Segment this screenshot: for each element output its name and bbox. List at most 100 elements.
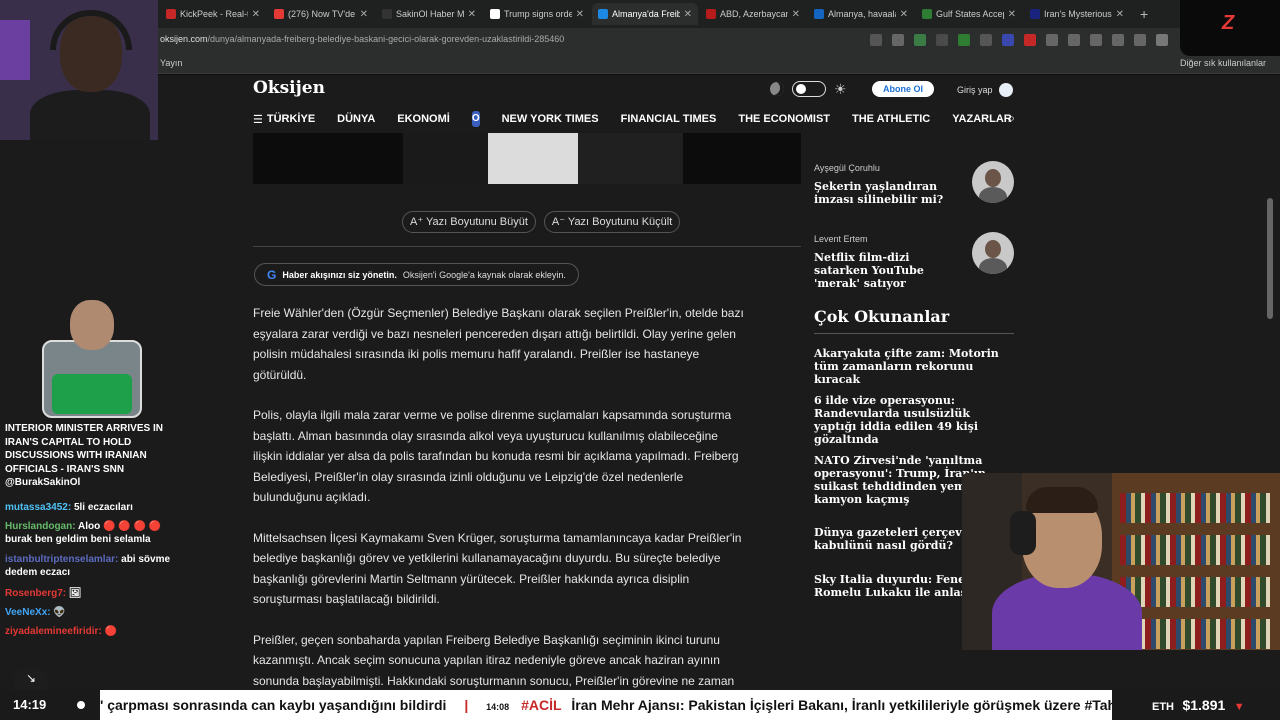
- divider: [253, 246, 801, 247]
- browser-tab[interactable]: KickPeek - Real-time ✕: [160, 3, 266, 25]
- bookmark-item[interactable]: Yayın: [160, 58, 182, 68]
- other-favorites[interactable]: Diğer sık kullanılanlar: [1180, 58, 1266, 68]
- chat-username[interactable]: VeeNeXx:: [5, 607, 51, 618]
- browser-tab[interactable]: Gulf States Accept ✕: [916, 3, 1022, 25]
- books: [1120, 493, 1270, 523]
- nav-item[interactable]: THE ECONOMIST: [738, 113, 830, 125]
- google-source-pill[interactable]: G Haber akışınızı siz yönetin. Oksijen'i…: [254, 263, 579, 286]
- login-label: Giriş yap: [957, 85, 993, 95]
- close-icon[interactable]: ✕: [900, 9, 908, 20]
- browser-tab[interactable]: Iran's Mysterious R ✕: [1024, 3, 1130, 25]
- author-name[interactable]: Ayşegül Çoruhlu: [814, 163, 880, 173]
- subscribe-button[interactable]: Abone Ol: [872, 81, 934, 97]
- browser-tab[interactable]: Trump signs order t ✕: [484, 3, 590, 25]
- close-icon[interactable]: ✕: [1116, 9, 1124, 20]
- oksijen-badge-icon[interactable]: O: [471, 111, 480, 127]
- close-icon[interactable]: ✕: [252, 9, 260, 20]
- url-path: /dunya/almanyada-freiberg-belediye-baska…: [207, 34, 565, 44]
- tab-favicon-icon: [274, 9, 284, 19]
- nav-item[interactable]: FINANCIAL TIMES: [621, 113, 717, 125]
- author-name[interactable]: Levent Ertem: [814, 234, 868, 244]
- close-icon[interactable]: ✕: [468, 9, 476, 20]
- tab-title: Trump signs order t: [504, 9, 572, 19]
- browser-tab[interactable]: (276) Now TV'de Ez ✕: [268, 3, 374, 25]
- url-text[interactable]: oksijen.com/dunya/almanyada-freiberg-bel…: [160, 34, 564, 44]
- extension-icon[interactable]: [914, 34, 926, 46]
- extension-icon[interactable]: [980, 34, 992, 46]
- chat-message: Hurslandogan: Aloo 🔴 🔴 🔴 🔴 burak ben gel…: [5, 520, 177, 546]
- chat-username[interactable]: ziyadalemineefiridir:: [5, 626, 102, 637]
- browser-tab[interactable]: SakinOl Haber Merk ✕: [376, 3, 482, 25]
- menu-icon[interactable]: ☰: [253, 113, 263, 126]
- books: [1120, 535, 1270, 565]
- browser-tab[interactable]: Almanya'da Freiberg ✕: [592, 3, 698, 25]
- extension-icon[interactable]: [1002, 34, 1014, 46]
- author-avatar[interactable]: [972, 161, 1014, 203]
- author-article-title[interactable]: Şekerin yaşlandıran imzası silinebilir m…: [814, 180, 964, 206]
- nav-item[interactable]: YAZARLAR: [952, 113, 1012, 125]
- tab-favicon-icon: [1030, 9, 1040, 19]
- nav-item[interactable]: NEW YORK TIMES: [502, 113, 599, 125]
- address-bar[interactable]: oksijen.com/dunya/almanyada-freiberg-bel…: [0, 28, 1280, 54]
- extension-icon[interactable]: [936, 34, 948, 46]
- close-icon[interactable]: ✕: [576, 9, 584, 20]
- author-article-title[interactable]: Netflix film-dizi satarken YouTube 'mera…: [814, 251, 964, 290]
- split-icon[interactable]: [1068, 34, 1080, 46]
- chat-message: VeeNeXx: 👽: [5, 606, 177, 619]
- chat-text: 5li eczacıları: [73, 502, 133, 513]
- browser-extension-icons: [870, 34, 1168, 46]
- extension-icon[interactable]: [958, 34, 970, 46]
- font-smaller-button[interactable]: A⁻ Yazı Boyutunu Küçült: [543, 211, 681, 233]
- nav-item[interactable]: TÜRKİYE: [267, 113, 315, 125]
- site-logo[interactable]: Oksijen: [253, 78, 325, 98]
- heart-icon[interactable]: [1134, 34, 1146, 46]
- most-read-item[interactable]: 6 ilde vize operasyonu: Randevularda usu…: [814, 394, 1014, 446]
- divider: [814, 333, 1014, 334]
- nav-item[interactable]: DÜNYA: [337, 113, 375, 125]
- chat-username[interactable]: istanbultriptenselamlar:: [5, 554, 118, 565]
- ticker-headline: İran Mehr Ajansı: Pakistan İçişleri Baka…: [571, 697, 1112, 713]
- login-button[interactable]: Giriş yap: [957, 83, 1013, 97]
- page-scrollbar[interactable]: [1267, 198, 1273, 319]
- tab-favicon-icon: [490, 9, 500, 19]
- close-icon[interactable]: ✕: [1008, 9, 1016, 20]
- author-avatar[interactable]: [972, 232, 1014, 274]
- tab-title: Almanya, havaaları: [828, 9, 896, 19]
- most-read-item[interactable]: Akaryakıta çifte zam: Motorin tüm zamanl…: [814, 347, 1014, 386]
- font-bigger-button[interactable]: A⁺ Yazı Boyutunu Büyüt: [402, 211, 536, 233]
- webcam-guest: [0, 0, 158, 140]
- browser-tab[interactable]: ABD, Azerbaycan ve ✕: [700, 3, 806, 25]
- close-icon[interactable]: ✕: [684, 9, 692, 20]
- search-icon[interactable]: ⌕: [1008, 111, 1015, 126]
- theme-switch: ☀: [770, 81, 847, 97]
- chat-username[interactable]: Hurslandogan:: [5, 521, 76, 532]
- collections-icon[interactable]: [1112, 34, 1124, 46]
- new-tab-button[interactable]: +: [1132, 6, 1156, 22]
- webcam-person-hair: [1026, 487, 1098, 513]
- close-icon[interactable]: ✕: [792, 9, 800, 20]
- sun-icon[interactable]: ☀: [834, 82, 847, 96]
- moon-icon[interactable]: [770, 82, 784, 96]
- browser-tab[interactable]: Almanya, havaaları ✕: [808, 3, 914, 25]
- refresh-icon[interactable]: [1046, 34, 1058, 46]
- url-domain: oksijen.com: [160, 34, 208, 44]
- tab-favicon-icon: [598, 9, 608, 19]
- tab-favicon-icon: [706, 9, 716, 19]
- webcam-host: [962, 473, 1280, 650]
- books: [1120, 619, 1270, 649]
- close-icon[interactable]: ✕: [360, 9, 368, 20]
- article-paragraph: Polis, olayla ilgili mala zarar verme ve…: [253, 408, 739, 504]
- star-icon[interactable]: [892, 34, 904, 46]
- theme-toggle[interactable]: [792, 81, 826, 97]
- favorites-icon[interactable]: [1090, 34, 1102, 46]
- chat-username[interactable]: mutassa3452:: [5, 502, 71, 513]
- nav-item[interactable]: THE ATHLETIC: [852, 113, 930, 125]
- google-pill-text: Oksijen'i Google'a kaynak olarak ekleyin…: [402, 269, 566, 280]
- chat-username[interactable]: Rosenberg7:: [5, 588, 66, 599]
- profile-icon[interactable]: [1156, 34, 1168, 46]
- tab-title: Gulf States Accept: [936, 9, 1004, 19]
- nav-item[interactable]: EKONOMİ: [397, 113, 450, 125]
- extension-icon[interactable]: [1024, 34, 1036, 46]
- gems: [52, 374, 132, 414]
- reader-icon[interactable]: [870, 34, 882, 46]
